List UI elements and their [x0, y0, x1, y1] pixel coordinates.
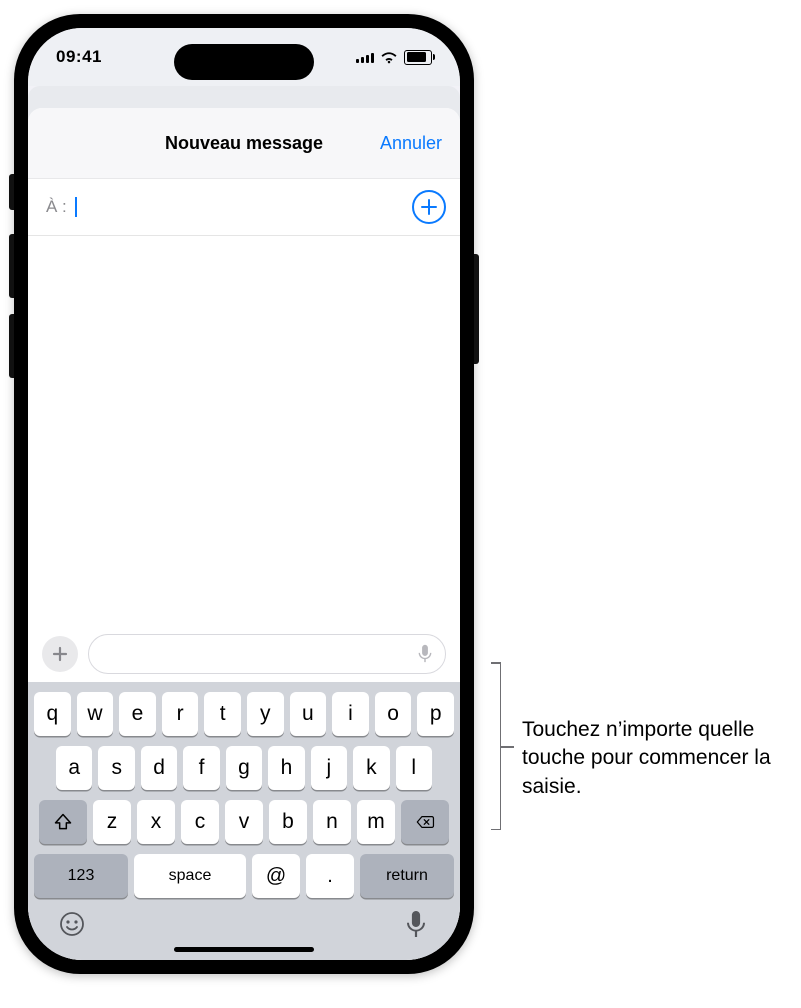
numbers-key[interactable]: 123 — [34, 854, 128, 898]
key-o[interactable]: o — [375, 692, 412, 736]
dictation-icon[interactable] — [417, 644, 433, 664]
key-x[interactable]: x — [137, 800, 175, 844]
key-l[interactable]: l — [396, 746, 432, 790]
key-v[interactable]: v — [225, 800, 263, 844]
shift-key[interactable] — [39, 800, 87, 844]
space-key[interactable]: space — [134, 854, 246, 898]
key-u[interactable]: u — [290, 692, 327, 736]
callout-leader-line — [500, 746, 514, 748]
screen: 09:41 Nouveau message Annuler À : — [28, 28, 460, 960]
key-n[interactable]: n — [313, 800, 351, 844]
at-key[interactable]: @ — [252, 854, 300, 898]
wifi-icon — [380, 50, 398, 64]
dynamic-island — [174, 44, 314, 80]
key-h[interactable]: h — [268, 746, 304, 790]
new-message-sheet: Nouveau message Annuler À : — [28, 108, 460, 960]
key-d[interactable]: d — [141, 746, 177, 790]
compose-bar — [28, 624, 460, 682]
volume-down-button — [9, 314, 14, 378]
key-q[interactable]: q — [34, 692, 71, 736]
keyboard-row-2: a s d f g h j k l — [34, 746, 454, 790]
key-y[interactable]: y — [247, 692, 284, 736]
key-f[interactable]: f — [183, 746, 219, 790]
key-j[interactable]: j — [311, 746, 347, 790]
add-recipient-button[interactable] — [412, 190, 446, 224]
key-c[interactable]: c — [181, 800, 219, 844]
to-input[interactable] — [75, 195, 412, 219]
return-key[interactable]: return — [360, 854, 454, 898]
key-t[interactable]: t — [204, 692, 241, 736]
key-e[interactable]: e — [119, 692, 156, 736]
keyboard-row-1: q w e r t y u i o p — [34, 692, 454, 736]
plus-icon — [52, 646, 68, 662]
key-r[interactable]: r — [162, 692, 199, 736]
keyboard-row-4: 123 space @ . return — [34, 854, 454, 898]
status-time: 09:41 — [56, 47, 102, 67]
dot-key[interactable]: . — [306, 854, 354, 898]
plus-icon — [421, 199, 437, 215]
phone-frame: 09:41 Nouveau message Annuler À : — [14, 14, 474, 974]
message-input[interactable] — [88, 634, 446, 674]
callout-text: Touchez n’importe quelle touche pour com… — [522, 716, 790, 801]
key-z[interactable]: z — [93, 800, 131, 844]
key-w[interactable]: w — [77, 692, 114, 736]
text-caret — [75, 197, 77, 217]
emoji-key[interactable] — [58, 910, 86, 938]
dictation-key[interactable] — [402, 910, 430, 938]
cellular-signal-icon — [356, 51, 374, 63]
keyboard: q w e r t y u i o p a s d — [28, 682, 460, 960]
key-s[interactable]: s — [98, 746, 134, 790]
volume-up-button — [9, 234, 14, 298]
sheet-title: Nouveau message — [165, 133, 323, 154]
to-field-row[interactable]: À : — [28, 179, 460, 236]
key-a[interactable]: a — [56, 746, 92, 790]
message-body-area[interactable] — [28, 236, 460, 624]
key-b[interactable]: b — [269, 800, 307, 844]
sheet-header: Nouveau message Annuler — [28, 108, 460, 179]
backspace-key[interactable] — [401, 800, 449, 844]
side-button — [9, 174, 14, 210]
backspace-icon — [415, 812, 435, 832]
battery-icon — [404, 50, 432, 65]
callout-bracket — [482, 662, 501, 830]
shift-icon — [53, 812, 73, 832]
key-p[interactable]: p — [417, 692, 454, 736]
keyboard-row-3: z x c v b n m — [34, 800, 454, 844]
key-m[interactable]: m — [357, 800, 395, 844]
key-g[interactable]: g — [226, 746, 262, 790]
to-label: À : — [46, 197, 67, 217]
cancel-button[interactable]: Annuler — [380, 108, 442, 178]
attachments-button[interactable] — [42, 636, 78, 672]
key-i[interactable]: i — [332, 692, 369, 736]
key-k[interactable]: k — [353, 746, 389, 790]
home-indicator[interactable] — [174, 947, 314, 952]
power-button — [474, 254, 479, 364]
